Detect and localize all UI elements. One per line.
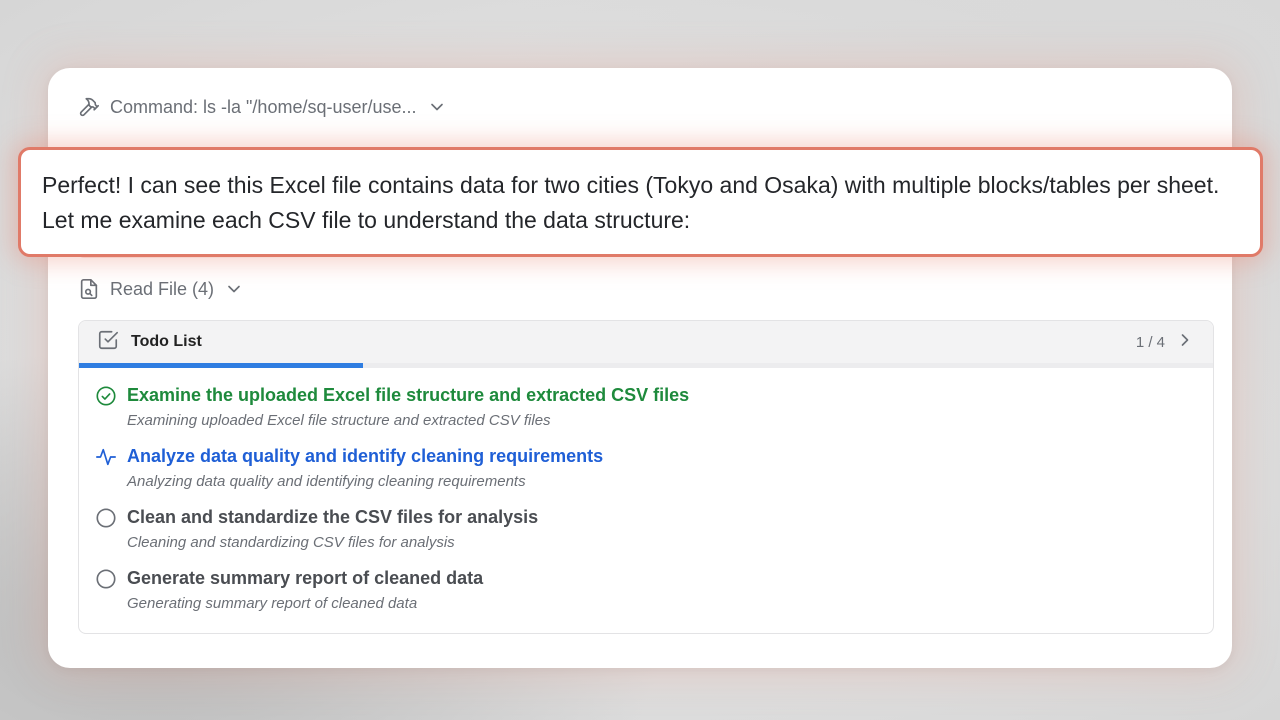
activity-icon xyxy=(95,446,117,468)
checkbox-icon xyxy=(97,329,119,356)
todo-item-subtitle: Generating summary report of cleaned dat… xyxy=(127,595,418,612)
command-toggle[interactable]: Command: ls -la "/home/sq-user/use... xyxy=(78,96,447,118)
todo-item-subtitle: Cleaning and standardizing CSV files for… xyxy=(127,534,455,551)
todo-progress-track xyxy=(79,363,1213,368)
todo-item-title: Clean and standardize the CSV files for … xyxy=(127,507,539,527)
empty-circle-icon xyxy=(95,568,117,590)
todo-title: Todo List xyxy=(131,333,202,350)
check-circle-icon xyxy=(95,385,117,407)
todo-header[interactable]: Todo List 1 / 4 xyxy=(79,321,1213,363)
read-file-toggle[interactable]: Read File (4) xyxy=(78,278,244,300)
chevron-down-icon[interactable] xyxy=(427,97,447,117)
chevron-down-icon[interactable] xyxy=(224,279,244,299)
todo-count: 1 / 4 xyxy=(1135,333,1165,351)
todo-item-title: Examine the uploaded Excel file structur… xyxy=(127,385,690,405)
todo-progress-fill xyxy=(79,363,363,368)
todo-items: Examine the uploaded Excel file structur… xyxy=(79,368,1213,626)
todo-item-subtitle: Analyzing data quality and identifying c… xyxy=(127,473,526,490)
file-search-icon xyxy=(78,278,100,300)
message-text: Perfect! I can see this Excel file conta… xyxy=(42,172,1220,233)
todo-item: Analyze data quality and identify cleani… xyxy=(95,443,1213,504)
todo-item: Clean and standardize the CSV files for … xyxy=(95,504,1213,565)
todo-item-title: Generate summary report of cleaned data xyxy=(127,568,484,588)
command-label: Command: ls -la "/home/sq-user/use... xyxy=(110,96,417,117)
todo-item-subtitle: Examining uploaded Excel file structure … xyxy=(127,412,551,429)
todo-item: Examine the uploaded Excel file structur… xyxy=(95,382,1213,443)
read-file-label: Read File (4) xyxy=(110,278,215,299)
hammer-icon xyxy=(78,96,100,118)
todo-item-title: Analyze data quality and identify cleani… xyxy=(127,446,604,466)
highlighted-message: Perfect! I can see this Excel file conta… xyxy=(18,147,1263,257)
todo-list-panel: Todo List 1 / 4 Examine the uploaded Exc… xyxy=(78,320,1214,634)
todo-item: Generate summary report of cleaned data … xyxy=(95,565,1213,626)
chevron-right-icon[interactable] xyxy=(1175,330,1195,355)
empty-circle-icon xyxy=(95,507,117,529)
